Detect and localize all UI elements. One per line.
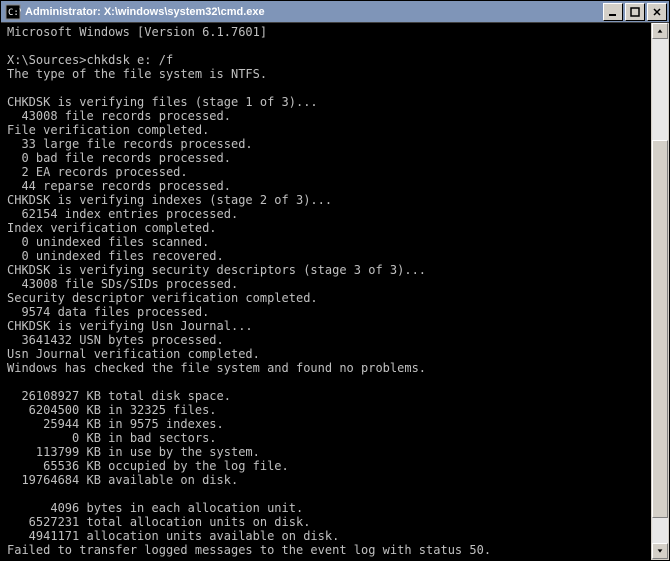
output-line: File verification completed. <box>7 123 209 137</box>
output-line: 62154 index entries processed. <box>7 207 238 221</box>
output-line: Windows has checked the file system and … <box>7 361 426 375</box>
window-title: Administrator: X:\windows\system32\cmd.e… <box>25 6 601 18</box>
output-line: 0 unindexed files recovered. <box>7 249 224 263</box>
output-line: 4096 bytes in each allocation unit. <box>7 501 303 515</box>
close-button[interactable] <box>647 3 667 21</box>
output-line: CHKDSK is verifying files (stage 1 of 3)… <box>7 95 318 109</box>
output-line: Index verification completed. <box>7 221 217 235</box>
output-line: CHKDSK is verifying indexes (stage 2 of … <box>7 193 332 207</box>
output-line: 3641432 USN bytes processed. <box>7 333 224 347</box>
output-line: 44 reparse records processed. <box>7 179 231 193</box>
output-line: 4941171 allocation units available on di… <box>7 529 339 543</box>
output-line: 65536 KB occupied by the log file. <box>7 459 289 473</box>
maximize-button[interactable] <box>625 3 645 21</box>
output-line: 6527231 total allocation units on disk. <box>7 515 310 529</box>
output-line: Microsoft Windows [Version 6.1.7601] <box>7 25 267 39</box>
terminal-output[interactable]: Microsoft Windows [Version 6.1.7601] X:\… <box>1 23 669 560</box>
output-line: 0 KB in bad sectors. <box>7 431 217 445</box>
output-line: 113799 KB in use by the system. <box>7 445 260 459</box>
output-line: 0 bad file records processed. <box>7 151 231 165</box>
cmd-icon: C:\ <box>5 4 21 20</box>
output-line: 19764684 KB available on disk. <box>7 473 238 487</box>
output-line: 9574 data files processed. <box>7 305 209 319</box>
scroll-track[interactable] <box>652 39 668 543</box>
output-line: 2 EA records processed. <box>7 165 188 179</box>
minimize-button[interactable] <box>603 3 623 21</box>
output-line: The type of the file system is NTFS. <box>7 67 267 81</box>
output-line: Security descriptor verification complet… <box>7 291 318 305</box>
scroll-thumb[interactable] <box>652 140 668 518</box>
output-line: CHKDSK is verifying security descriptors… <box>7 263 426 277</box>
output-line: CHKDSK is verifying Usn Journal... <box>7 319 253 333</box>
output-line: 33 large file records processed. <box>7 137 253 151</box>
cmd-window: C:\ Administrator: X:\windows\system32\c… <box>0 0 670 561</box>
svg-text:C:\: C:\ <box>8 8 21 18</box>
window-buttons <box>601 3 667 21</box>
scroll-down-button[interactable] <box>652 543 668 559</box>
prompt: X:\Sources> <box>7 53 86 67</box>
output-line: 26108927 KB total disk space. <box>7 389 231 403</box>
output-line: 6204500 KB in 32325 files. <box>7 403 217 417</box>
output-line: Usn Journal verification completed. <box>7 347 260 361</box>
output-line: 25944 KB in 9575 indexes. <box>7 417 224 431</box>
output-line: Failed to transfer logged messages to th… <box>7 543 491 557</box>
scroll-up-button[interactable] <box>652 23 668 39</box>
output-line: 43008 file records processed. <box>7 109 231 123</box>
vertical-scrollbar[interactable] <box>652 23 668 559</box>
titlebar[interactable]: C:\ Administrator: X:\windows\system32\c… <box>1 1 669 23</box>
output-line: 43008 file SDs/SIDs processed. <box>7 277 238 291</box>
output-line: 0 unindexed files scanned. <box>7 235 209 249</box>
command-input: chkdsk e: /f <box>86 53 173 67</box>
